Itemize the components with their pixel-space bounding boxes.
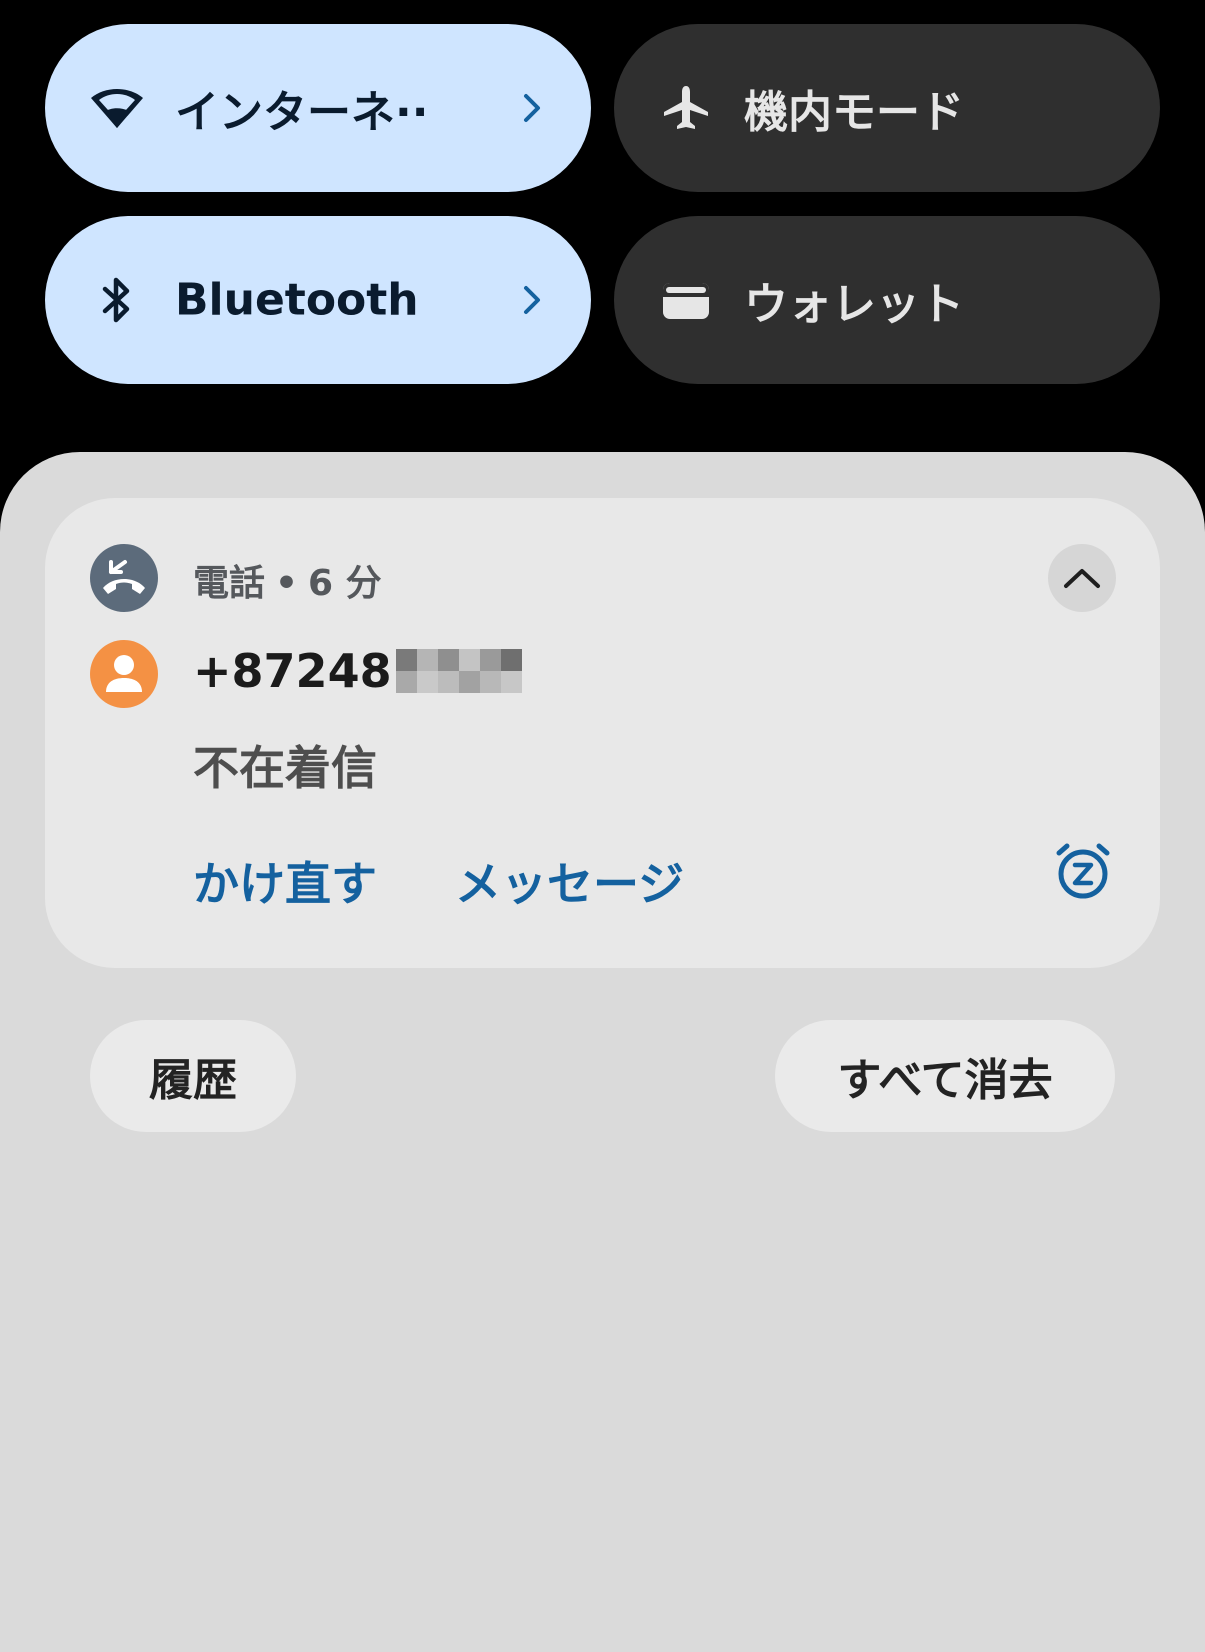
caller-number: +87248 (193, 644, 522, 698)
missed-call-icon (90, 544, 158, 612)
caller-number-text: +87248 (193, 644, 392, 698)
bluetooth-tile-label: Bluetooth (175, 274, 419, 326)
notification-header: 電話 • 6 分 (193, 554, 382, 606)
airplane-mode-tile[interactable]: 機内モード (614, 24, 1160, 192)
collapse-button[interactable] (1048, 544, 1116, 612)
avatar (90, 640, 158, 708)
message-button[interactable]: メッセージ (455, 848, 684, 914)
chevron-right-icon[interactable] (517, 280, 547, 320)
app-name: 電話 (193, 563, 266, 604)
notification-message: 不在着信 (193, 741, 377, 795)
notification-time: 6 分 (308, 563, 382, 604)
internet-tile-label: インターネ·· (175, 87, 429, 138)
airplane-icon (656, 78, 716, 138)
history-button[interactable]: 履歴 (90, 1020, 296, 1132)
chevron-right-icon[interactable] (517, 88, 547, 128)
call-back-button[interactable]: かけ直す (193, 848, 377, 914)
bluetooth-tile[interactable]: Bluetooth (45, 216, 591, 384)
wallet-tile-label: ウォレット (744, 279, 964, 330)
clear-all-button[interactable]: すべて消去 (775, 1020, 1115, 1132)
redacted-number-mosaic (395, 649, 522, 693)
wallet-icon (656, 270, 716, 330)
internet-tile[interactable]: インターネ·· (45, 24, 591, 192)
snooze-icon[interactable] (1050, 838, 1116, 904)
airplane-mode-label: 機内モード (744, 87, 964, 138)
wifi-icon (87, 78, 147, 138)
bluetooth-icon (87, 270, 147, 330)
missed-call-notification[interactable]: 電話 • 6 分 +87248 不在着信 かけ直す メッセージ (45, 498, 1160, 968)
separator: • (275, 563, 299, 604)
wallet-tile[interactable]: ウォレット (614, 216, 1160, 384)
